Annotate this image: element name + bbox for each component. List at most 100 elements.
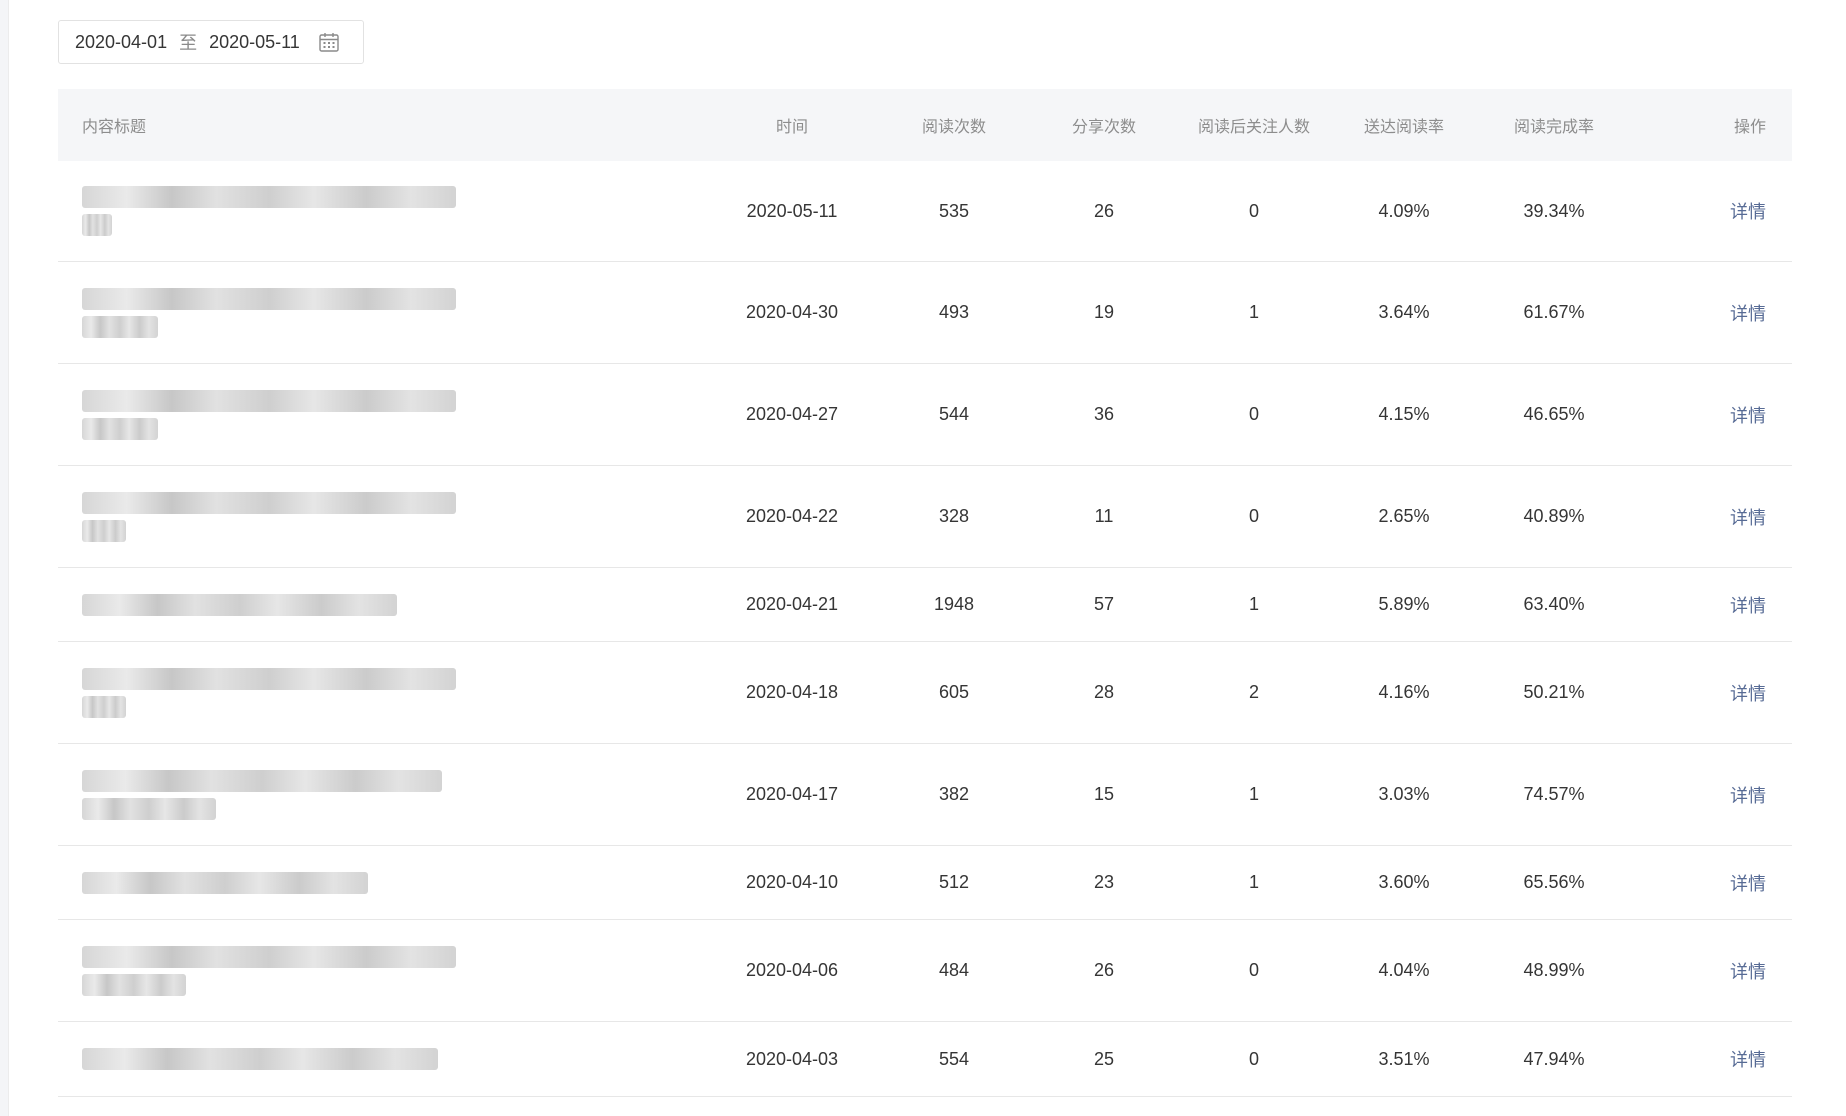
table-row: 2020-04-27 544 36 0 4.15% 46.65% 详情 [58, 364, 1792, 466]
blurred-title [58, 871, 730, 894]
details-link[interactable]: 详情 [1730, 1050, 1766, 1070]
cell-follows: 1 [1248, 302, 1259, 322]
table-row: 2020-04-17 382 15 1 3.03% 74.57% 详情 [58, 744, 1792, 846]
table-row: 2020-04-21 1948 57 1 5.89% 63.40% 详情 [58, 568, 1792, 642]
cell-completion-rate: 39.34% [1523, 200, 1585, 221]
table-row: 2020-05-11 535 26 0 4.09% 39.34% 详情 [58, 161, 1792, 262]
blurred-title [58, 945, 730, 996]
cell-reads: 1948 [933, 594, 975, 614]
date-separator: 至 [179, 33, 198, 53]
table-row: 2020-04-06 484 26 0 4.04% 48.99% 详情 [58, 920, 1792, 1022]
cell-shares: 11 [1094, 506, 1114, 526]
cell-reads: 382 [938, 784, 970, 804]
cell-delivery-rate: 2.65% [1378, 506, 1430, 526]
cell-shares: 15 [1093, 784, 1115, 804]
cell-completion-rate: 50.21% [1523, 682, 1585, 702]
cell-date: 2020-04-21 [745, 594, 839, 614]
cell-shares: 26 [1093, 200, 1115, 221]
col-header-delivery-rate: 送达阅读率 [1363, 119, 1444, 136]
cell-shares: 57 [1093, 594, 1115, 614]
cell-date: 2020-05-11 [746, 200, 838, 221]
cell-date: 2020-04-10 [745, 872, 839, 892]
details-link[interactable]: 详情 [1730, 786, 1766, 806]
details-link[interactable]: 详情 [1730, 202, 1766, 222]
col-header-follows: 阅读后关注人数 [1197, 119, 1310, 136]
cell-reads: 328 [938, 506, 970, 526]
cell-completion-rate: 74.57% [1523, 784, 1585, 804]
details-link[interactable]: 详情 [1730, 962, 1766, 982]
col-header-date: 时间 [775, 119, 808, 136]
details-link[interactable]: 详情 [1730, 508, 1766, 528]
cell-delivery-rate: 3.60% [1378, 872, 1430, 892]
cell-completion-rate: 65.56% [1523, 872, 1585, 892]
cell-date: 2020-04-03 [745, 1048, 839, 1069]
cell-follows: 1 [1248, 872, 1259, 892]
cell-follows: 0 [1248, 200, 1259, 221]
cell-reads: 544 [938, 404, 970, 424]
cell-date: 2020-04-27 [745, 404, 839, 424]
details-link[interactable]: 详情 [1730, 596, 1766, 616]
start-date[interactable]: 2020-04-01 [75, 32, 167, 53]
cell-reads: 484 [938, 960, 970, 980]
cell-reads: 535 [938, 200, 970, 221]
col-header-title: 内容标题 [82, 119, 147, 136]
cell-shares: 26 [1093, 960, 1115, 980]
cell-reads: 554 [938, 1048, 970, 1069]
blurred-title [58, 287, 730, 338]
cell-date: 2020-04-22 [745, 506, 839, 526]
col-header-shares: 分享次数 [1071, 119, 1136, 136]
details-link[interactable]: 详情 [1730, 874, 1766, 894]
date-range-picker[interactable]: 2020-04-01 至 2020-05-11 [58, 20, 364, 64]
col-header-reads: 阅读次数 [921, 119, 986, 136]
cell-delivery-rate: 4.15% [1378, 404, 1430, 424]
cell-follows: 1 [1248, 594, 1259, 614]
cell-completion-rate: 63.40% [1523, 594, 1585, 614]
left-panel-edge [0, 0, 9, 1116]
cell-completion-rate: 48.99% [1523, 960, 1585, 980]
cell-reads: 493 [938, 302, 970, 322]
table-row: 2020-04-10 512 23 1 3.60% 65.56% 详情 [58, 846, 1792, 920]
table-row: 2020-04-22 328 11 0 2.65% 40.89% 详情 [58, 466, 1792, 568]
blurred-title [58, 1048, 730, 1070]
cell-completion-rate: 47.94% [1523, 1048, 1585, 1069]
cell-delivery-rate: 3.64% [1378, 302, 1430, 322]
cell-shares: 36 [1093, 404, 1115, 424]
content-stats-table: 内容标题 时间 阅读次数 分享次数 阅读后关注人数 送达阅读率 阅读完成率 操作… [58, 89, 1792, 1097]
blurred-title [58, 389, 730, 440]
table-row: 2020-04-30 493 19 1 3.64% 61.67% 详情 [58, 262, 1792, 364]
cell-reads: 605 [938, 682, 970, 702]
calendar-icon[interactable] [318, 31, 340, 53]
cell-completion-rate: 40.89% [1523, 506, 1585, 526]
table-row: 2020-04-03 554 25 0 3.51% 47.94% 详情 [58, 1022, 1792, 1097]
details-link[interactable]: 详情 [1730, 684, 1766, 704]
cell-completion-rate: 61.67% [1523, 302, 1585, 322]
cell-delivery-rate: 4.04% [1378, 960, 1430, 980]
blurred-title [58, 491, 730, 542]
cell-shares: 23 [1093, 872, 1115, 892]
details-link[interactable]: 详情 [1730, 304, 1766, 324]
blurred-title [58, 186, 730, 236]
cell-delivery-rate: 4.16% [1378, 682, 1430, 702]
cell-reads: 512 [938, 872, 970, 892]
cell-shares: 19 [1093, 302, 1115, 322]
table-row: 2020-04-18 605 28 2 4.16% 50.21% 详情 [58, 642, 1792, 744]
cell-follows: 0 [1248, 1048, 1259, 1069]
end-date[interactable]: 2020-05-11 [209, 32, 300, 53]
cell-follows: 0 [1248, 960, 1259, 980]
cell-shares: 28 [1093, 682, 1115, 702]
cell-follows: 2 [1248, 682, 1259, 702]
cell-delivery-rate: 4.09% [1378, 200, 1430, 221]
cell-delivery-rate: 3.51% [1378, 1048, 1430, 1069]
table-header: 内容标题 时间 阅读次数 分享次数 阅读后关注人数 送达阅读率 阅读完成率 操作 [58, 89, 1792, 161]
cell-follows: 0 [1248, 506, 1259, 526]
cell-follows: 1 [1248, 784, 1259, 804]
cell-delivery-rate: 3.03% [1378, 784, 1430, 804]
cell-delivery-rate: 5.89% [1378, 594, 1430, 614]
cell-completion-rate: 46.65% [1523, 404, 1585, 424]
blurred-title [58, 667, 730, 718]
cell-date: 2020-04-30 [745, 302, 839, 322]
details-link[interactable]: 详情 [1730, 406, 1766, 426]
blurred-title [58, 769, 730, 820]
cell-follows: 0 [1248, 404, 1259, 424]
col-header-completion-rate: 阅读完成率 [1513, 119, 1594, 136]
